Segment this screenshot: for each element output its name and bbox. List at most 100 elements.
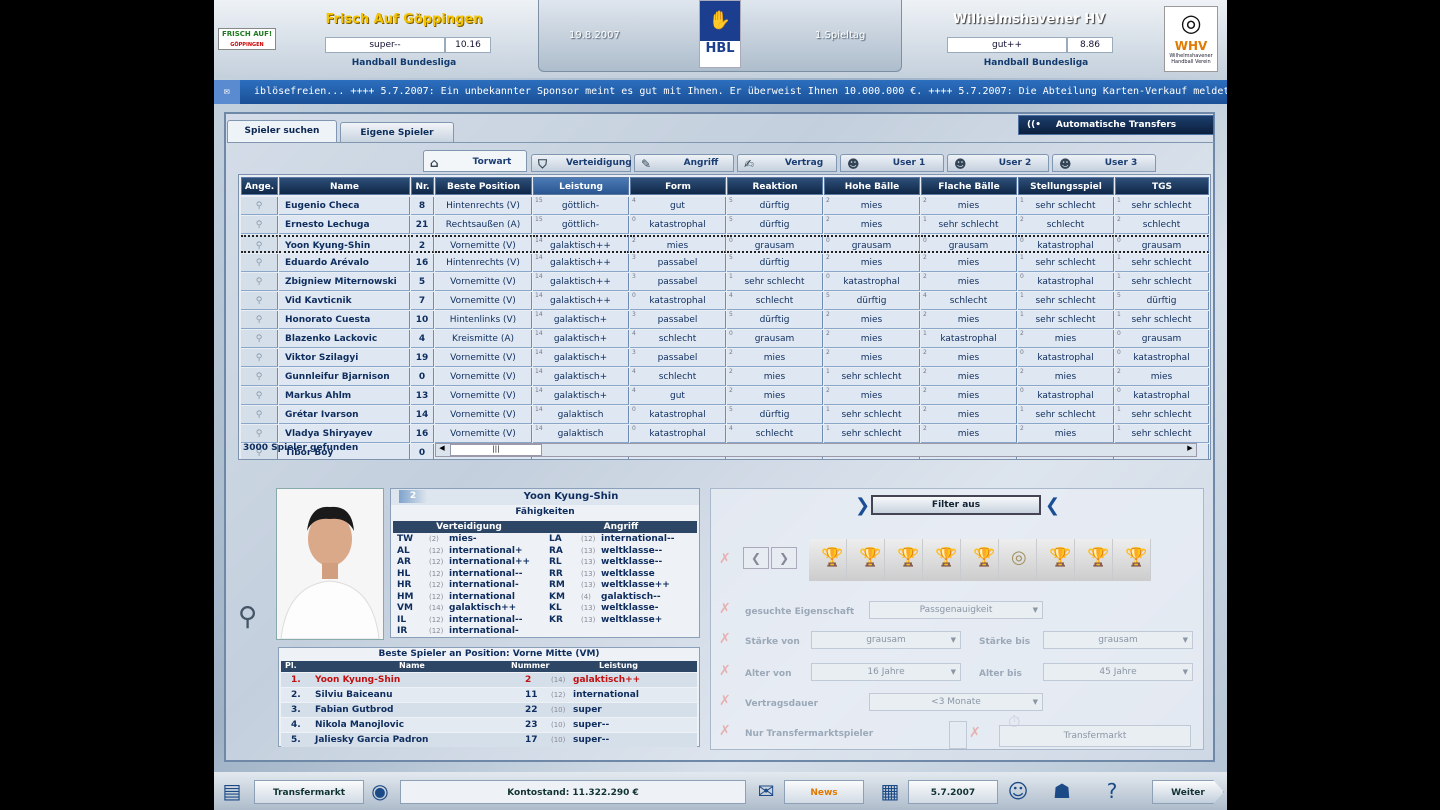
only-market-checkbox[interactable]: [949, 721, 967, 749]
player-name[interactable]: Markus Ahlm: [279, 387, 410, 405]
strength-to-select[interactable]: grausam ▼: [1043, 631, 1193, 649]
table-row[interactable]: ⚲ Ernesto Lechuga 21 Rechtsaußen (A) 15 göttl…: [239, 216, 1209, 235]
news-ticker[interactable]: ✉ iblösefreien... ++++ 5.7.2007: Ein unb…: [214, 80, 1227, 104]
person-document-icon[interactable]: ☺: [1002, 776, 1034, 806]
jersey-icon[interactable]: ☗: [1046, 776, 1078, 806]
best-player-row[interactable]: 5. Jaliesky Garcia Padron 17 (10) super--: [281, 733, 697, 747]
tab-eigene-spieler[interactable]: Eigene Spieler: [340, 122, 454, 142]
cat-tab-verteidigung[interactable]: ⛉ Verteidigung: [531, 154, 632, 172]
magnifier-icon[interactable]: ⚲: [256, 241, 263, 251]
clear-x-icon[interactable]: ✗: [719, 723, 731, 739]
news-button[interactable]: News: [784, 780, 864, 804]
player-name[interactable]: Blazenko Lackovic: [279, 330, 410, 348]
current-date[interactable]: 5.7.2007: [908, 780, 998, 804]
table-vscrollbar[interactable]: ▲ ▼: [1210, 197, 1211, 460]
trophy-icon[interactable]: 🏆: [923, 539, 961, 581]
best-player-row[interactable]: 4. Nikola Manojlovic 23 (10) super--: [281, 718, 697, 732]
offer-cell[interactable]: ⚲: [241, 349, 278, 367]
table-row[interactable]: ⚲ Gunnleifur Bjarnison 0 Vornemitte (V) 14 ga…: [239, 368, 1209, 387]
player-name[interactable]: Zbigniew Miternowski: [279, 273, 410, 291]
offer-cell[interactable]: ⚲: [241, 311, 278, 329]
trophy-icon[interactable]: 🏆: [1113, 539, 1151, 581]
player-name[interactable]: Gunnleifur Bjarnison: [279, 368, 410, 386]
offer-cell[interactable]: ⚲: [241, 216, 278, 234]
player-name[interactable]: Honorato Cuesta: [279, 311, 410, 329]
player-name[interactable]: Viktor Szilagyi: [279, 349, 410, 367]
transfermarkt-filter-button[interactable]: ⏱ Transfermarkt: [999, 712, 1191, 747]
column-header[interactable]: Name: [279, 177, 410, 195]
table-row[interactable]: ⚲ Vladya Shiryayev 16 Vornemitte (V) 14 galak…: [239, 425, 1209, 444]
offer-cell[interactable]: ⚲: [241, 406, 278, 424]
tab-spieler-suchen[interactable]: Spieler suchen: [227, 120, 337, 142]
offer-cell[interactable]: ⚲: [241, 330, 278, 348]
table-row[interactable]: ⚲ Yoon Kyung-Shin 2 Vornemitte (V) 14 galakti…: [239, 235, 1209, 254]
magnifier-icon[interactable]: ⚲: [256, 201, 263, 211]
column-header[interactable]: Form: [630, 177, 726, 195]
next-button[interactable]: Weiter: [1152, 780, 1224, 804]
cat-tab-vertrag[interactable]: ✍ Vertrag: [737, 154, 837, 172]
best-player-row[interactable]: 3. Fabian Gutbrod 22 (10) super: [281, 703, 697, 717]
offer-cell[interactable]: ⚲: [241, 235, 278, 253]
column-header[interactable]: Stellungsspiel: [1018, 177, 1114, 195]
trophy-icon[interactable]: ◎: [999, 539, 1037, 581]
clear-x-icon[interactable]: ✗: [719, 693, 731, 709]
hscroll-thumb[interactable]: |||: [450, 444, 542, 456]
magnifier-icon[interactable]: ⚲: [256, 410, 263, 420]
trophy-icon[interactable]: 🏆: [847, 539, 885, 581]
trophy-icon[interactable]: 🏆: [1037, 539, 1075, 581]
table-row[interactable]: ⚲ Blazenko Lackovic 4 Kreismitte (A) 14 galak…: [239, 330, 1209, 349]
magnifier-icon[interactable]: ⚲: [256, 277, 263, 287]
transfermarkt-button[interactable]: Transfermarkt: [254, 780, 364, 804]
magnifier-icon[interactable]: ⚲: [256, 334, 263, 344]
offer-cell[interactable]: ⚲: [241, 425, 278, 443]
column-header[interactable]: Hohe Bälle: [824, 177, 920, 195]
magnifier-icon[interactable]: ⚲: [256, 220, 263, 230]
column-header[interactable]: Nr.: [411, 177, 434, 195]
table-row[interactable]: ⚲ Viktor Szilagyi 19 Vornemitte (V) 14 galakt…: [239, 349, 1209, 368]
eye-icon[interactable]: ◉: [364, 776, 396, 806]
cat-tab-user-1[interactable]: ☻ User 1: [840, 154, 944, 172]
age-to-select[interactable]: 45 Jahre ▼: [1043, 663, 1193, 681]
strength-from-select[interactable]: grausam ▼: [811, 631, 961, 649]
mail-icon[interactable]: ✉: [214, 80, 240, 104]
offer-cell[interactable]: ⚲: [241, 273, 278, 291]
column-header[interactable]: Reaktion: [727, 177, 823, 195]
magnifier-icon[interactable]: ⚲: [238, 602, 257, 632]
offer-cell[interactable]: ⚲: [241, 292, 278, 310]
filter-toggle-button[interactable]: Filter aus: [871, 495, 1041, 515]
trophy-icon[interactable]: 🏆: [1075, 539, 1113, 581]
magnifier-icon[interactable]: ⚲: [256, 429, 263, 439]
cat-tab-torwart[interactable]: ⌂ Torwart: [423, 150, 527, 172]
clear-x-icon[interactable]: ✗: [969, 725, 981, 741]
calendar-icon[interactable]: ▦: [874, 776, 906, 806]
table-row[interactable]: ⚲ Vid Kavticnik 7 Vornemitte (V) 14 galaktisc…: [239, 292, 1209, 311]
scroll-right-icon[interactable]: ▶: [1184, 444, 1196, 456]
trophy-icon[interactable]: 🏆: [809, 539, 847, 581]
clear-x-icon[interactable]: ✗: [719, 551, 731, 567]
player-name[interactable]: Vid Kavticnik: [279, 292, 410, 310]
magnifier-icon[interactable]: ⚲: [256, 372, 263, 382]
contract-select[interactable]: <3 Monate ▼: [869, 693, 1043, 711]
player-name[interactable]: Ernesto Lechuga: [279, 216, 410, 234]
best-player-row[interactable]: 2. Silviu Baiceanu 11 (12) international: [281, 688, 697, 702]
best-player-row[interactable]: 1. Yoon Kyung-Shin 2 (14) galaktisch++: [281, 673, 697, 687]
offer-cell[interactable]: ⚲: [241, 387, 278, 405]
magnifier-icon[interactable]: ⚲: [256, 258, 263, 268]
cat-tab-user-2[interactable]: ☻ User 2: [947, 154, 1049, 172]
offer-cell[interactable]: ⚲: [241, 368, 278, 386]
cat-tab-angriff[interactable]: ✎ Angriff: [634, 154, 734, 172]
cat-tab-user-3[interactable]: ☻ User 3: [1052, 154, 1156, 172]
table-row[interactable]: ⚲ Eduardo Arévalo 16 Hintenrechts (V) 14 gala…: [239, 254, 1209, 273]
table-row[interactable]: ⚲ Grétar Ivarson 14 Vornemitte (V) 14 galakti…: [239, 406, 1209, 425]
magnifier-icon[interactable]: ⚲: [256, 315, 263, 325]
magnifier-icon[interactable]: ⚲: [256, 391, 263, 401]
property-select[interactable]: Passgenauigkeit ▼: [869, 601, 1043, 619]
table-row[interactable]: ⚲ Markus Ahlm 13 Vornemitte (V) 14 galaktisch…: [239, 387, 1209, 406]
player-name[interactable]: Eugenio Checa: [279, 197, 410, 215]
prev-trophy-button[interactable]: ❮: [743, 547, 769, 569]
help-icon[interactable]: ?: [1096, 776, 1128, 806]
clipboard-icon[interactable]: ▤: [216, 776, 248, 806]
player-name[interactable]: Vladya Shiryayev: [279, 425, 410, 443]
trophy-icon[interactable]: 🏆: [961, 539, 999, 581]
clear-x-icon[interactable]: ✗: [719, 631, 731, 647]
